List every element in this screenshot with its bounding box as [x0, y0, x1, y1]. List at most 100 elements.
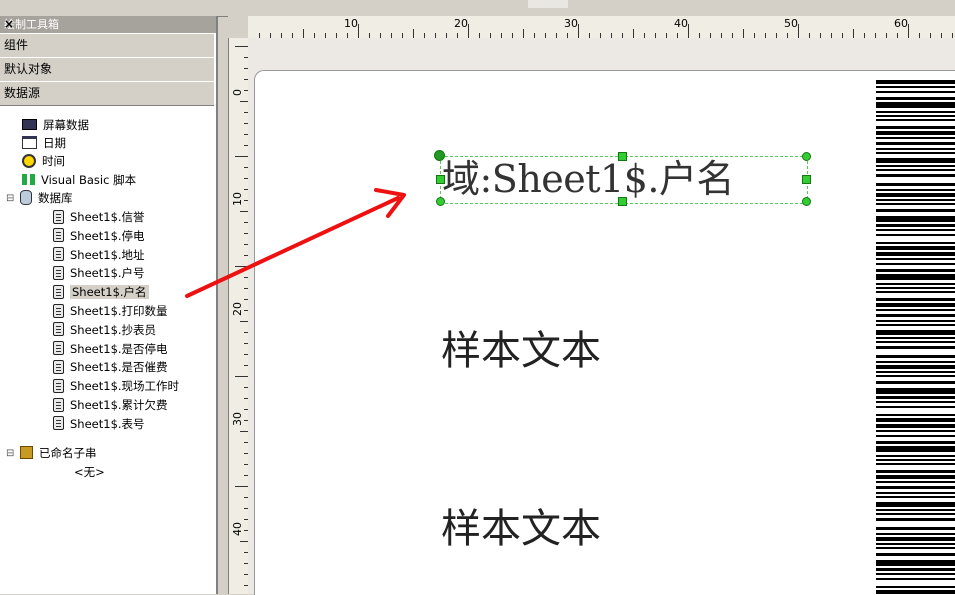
collapse-icon[interactable]: ⊟	[6, 190, 14, 207]
tree-item-database[interactable]: ⊟ 数据库	[6, 190, 73, 207]
barcode-bar	[876, 298, 955, 301]
resize-handle[interactable]	[618, 152, 627, 161]
barcode-bar	[876, 258, 955, 260]
sample-text-2[interactable]: 样本文本	[441, 496, 601, 554]
field-icon	[53, 228, 64, 243]
barcode-bar	[876, 102, 955, 108]
tree-item-screen-data[interactable]: 屏幕数据	[22, 117, 89, 134]
sample-text-1[interactable]: 样本文本	[441, 318, 601, 376]
tree-item-field[interactable]: Sheet1$.打印数量	[53, 303, 168, 320]
close-icon[interactable]: ×	[4, 16, 210, 33]
ruler-tick	[235, 266, 249, 267]
tree-item-date[interactable]: 日期	[22, 135, 66, 152]
section-default-objects[interactable]: 默认对象	[0, 57, 214, 82]
barcode-bar	[876, 543, 955, 545]
barcode-bar	[876, 337, 955, 339]
ruler-tick	[523, 29, 524, 38]
barcode-bar	[876, 309, 955, 311]
tree-item-label: Sheet1$.停电	[70, 228, 145, 243]
barcode-bar	[876, 126, 955, 129]
barcode-bar	[876, 148, 955, 150]
barcode-bar	[876, 97, 955, 100]
barcode-bar	[876, 509, 955, 511]
field-icon	[53, 397, 64, 412]
tree-item-field[interactable]: Sheet1$.停电	[53, 228, 145, 245]
barcode-bar	[876, 568, 955, 571]
rotate-handle[interactable]	[434, 150, 445, 161]
resize-handle[interactable]	[436, 197, 445, 206]
barcode-bar	[876, 224, 955, 227]
field-icon	[53, 341, 64, 356]
barcode-bar	[876, 455, 955, 457]
ruler-tick	[688, 24, 689, 38]
barcode-bar	[876, 441, 955, 444]
tree-item-field[interactable]: Sheet1$.累计欠费	[53, 397, 168, 414]
tree-item-field[interactable]: Sheet1$.地址	[53, 247, 145, 264]
resize-handle[interactable]	[802, 152, 811, 161]
tree-item-named-strings[interactable]: ⊟ 已命名子串	[6, 445, 97, 462]
field-icon	[53, 416, 64, 431]
ruler-tick	[235, 376, 249, 377]
field-icon	[53, 284, 64, 299]
barcode-bar	[876, 388, 955, 394]
barcode-bar	[876, 246, 955, 250]
barcode-bar	[876, 91, 955, 93]
monitor-icon	[22, 119, 37, 130]
top-toolbar	[0, 0, 955, 17]
tree-item-label: Sheet1$.信誉	[70, 210, 145, 224]
barcode-bar	[876, 475, 955, 479]
barcode-bar	[876, 169, 955, 171]
barcode-bar	[876, 406, 955, 408]
section-data-sources[interactable]: 数据源	[0, 81, 214, 106]
ruler-tick	[235, 156, 249, 157]
barcode-bar	[876, 263, 955, 265]
ruler-label: 10	[231, 192, 244, 206]
tree-item-field[interactable]: Sheet1$.户名	[53, 284, 149, 301]
section-components[interactable]: 组件	[0, 33, 214, 58]
tree-item-field[interactable]: Sheet1$.现场工作时	[53, 378, 179, 395]
design-canvas[interactable]	[254, 70, 955, 595]
tree-item-label: 数据库	[38, 191, 73, 205]
tree-item-label: Sheet1$.抄表员	[70, 322, 157, 337]
ruler-tick	[633, 29, 634, 38]
barcode-bar	[876, 578, 955, 580]
resize-handle[interactable]	[802, 197, 811, 206]
resize-handle[interactable]	[618, 197, 627, 206]
tree-item-time[interactable]: 时间	[22, 153, 65, 170]
barcode-bar	[876, 165, 955, 167]
barcode-bar	[876, 381, 955, 384]
tree-item-field[interactable]: Sheet1$.表号	[53, 416, 145, 433]
barcode-bar	[876, 418, 955, 422]
barcode-bar	[876, 365, 955, 369]
ruler-label: 0	[231, 89, 244, 96]
resize-handle[interactable]	[802, 175, 811, 184]
tree-item-field[interactable]: Sheet1$.信誉	[53, 209, 145, 226]
ruler-tick	[743, 29, 744, 38]
ruler-label: 40	[231, 522, 244, 536]
barcode-bar	[876, 137, 955, 139]
barcode-bar	[876, 216, 955, 222]
resize-handle[interactable]	[436, 175, 445, 184]
tree-item-field[interactable]: Sheet1$.是否催费	[53, 359, 168, 376]
tree-item-field[interactable]: Sheet1$.抄表员	[53, 322, 156, 339]
named-strings-icon	[20, 446, 33, 459]
barcode-bar	[876, 396, 955, 399]
field-icon	[53, 303, 64, 318]
tree-item-field[interactable]: Sheet1$.是否停电	[53, 341, 168, 358]
barcode-bar	[876, 375, 955, 377]
ruler-tick	[303, 29, 304, 38]
ruler-label: 40	[674, 17, 688, 30]
ruler-label: 30	[231, 412, 244, 426]
barcode-bar	[876, 590, 955, 594]
barcode-bar	[876, 174, 955, 177]
toolbar-strip	[528, 0, 568, 8]
collapse-icon[interactable]: ⊟	[6, 445, 14, 462]
barcode-bar	[876, 158, 955, 163]
barcode-bar	[876, 371, 955, 373]
panel-title-bar: 绘制工具箱 ×	[0, 16, 216, 33]
barcode-bar	[876, 283, 955, 285]
tree-item-field[interactable]: Sheet1$.户号	[53, 265, 145, 282]
barcode-object[interactable]	[876, 80, 955, 594]
tree-item-vb-script[interactable]: Visual Basic 脚本	[22, 172, 136, 189]
tree-item-none[interactable]: <无>	[74, 464, 105, 481]
